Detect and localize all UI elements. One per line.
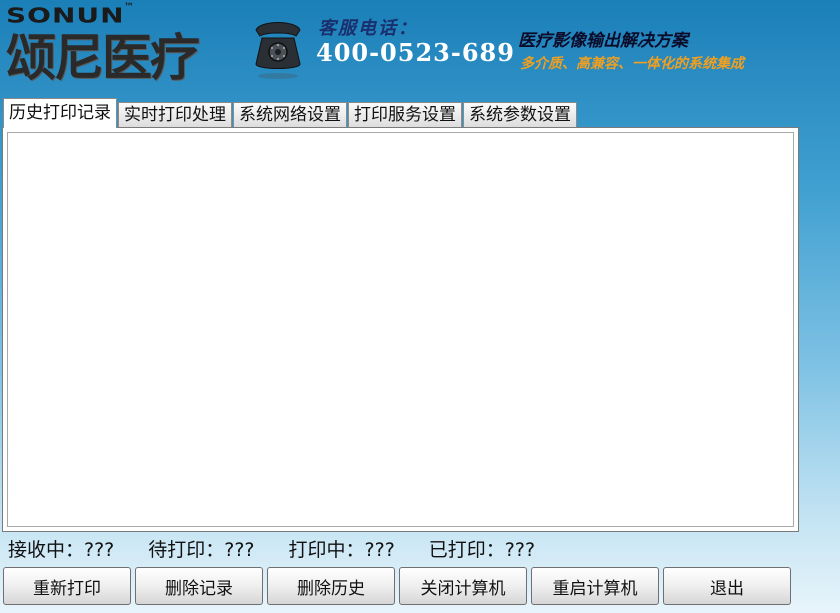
action-buttons: 重新打印 删除记录 删除历史 关闭计算机 重启计算机 退出: [3, 567, 795, 605]
tab-bar: 历史打印记录 实时打印处理 系统网络设置 打印服务设置 系统参数设置: [3, 98, 578, 128]
tab-print-history[interactable]: 历史打印记录: [3, 98, 117, 128]
logo-english: SONUN: [6, 4, 125, 28]
exit-button[interactable]: 退出: [663, 567, 791, 605]
history-panel: [2, 127, 799, 532]
phone-icon: [255, 22, 301, 79]
slogan-sub: 多介质、高兼容、一体化的系统集成: [520, 56, 744, 72]
restart-button[interactable]: 重启计算机: [531, 567, 659, 605]
hotline-label: 客服电话：: [318, 18, 418, 39]
history-list[interactable]: [7, 132, 794, 527]
tab-print-service-settings[interactable]: 打印服务设置: [348, 102, 462, 128]
slogan-main: 医疗影像输出解决方案: [518, 31, 688, 51]
logo-trademark: ™: [124, 2, 134, 13]
reprint-button[interactable]: 重新打印: [3, 567, 131, 605]
hotline-number: 400-0523-689: [316, 38, 515, 67]
delete-record-button[interactable]: 删除记录: [135, 567, 263, 605]
status-waiting: 待打印：???: [148, 539, 255, 561]
app-header: SONUN ™ 颂尼医疗 客服电话： 400-0523-689 医疗影像输出解决…: [0, 0, 840, 96]
tab-realtime-print[interactable]: 实时打印处理: [118, 102, 232, 128]
status-bar: 接收中：??? 待打印：??? 打印中：??? 已打印：???: [8, 536, 569, 564]
tab-system-params[interactable]: 系统参数设置: [463, 102, 577, 128]
status-printed: 已打印：???: [428, 539, 536, 561]
delete-history-button[interactable]: 删除历史: [267, 567, 395, 605]
shutdown-button[interactable]: 关闭计算机: [399, 567, 527, 605]
tab-network-settings[interactable]: 系统网络设置: [233, 102, 347, 128]
status-printing: 打印中：???: [288, 539, 395, 561]
logo-chinese: 颂尼医疗: [6, 29, 200, 87]
status-receiving: 接收中：???: [8, 539, 115, 561]
